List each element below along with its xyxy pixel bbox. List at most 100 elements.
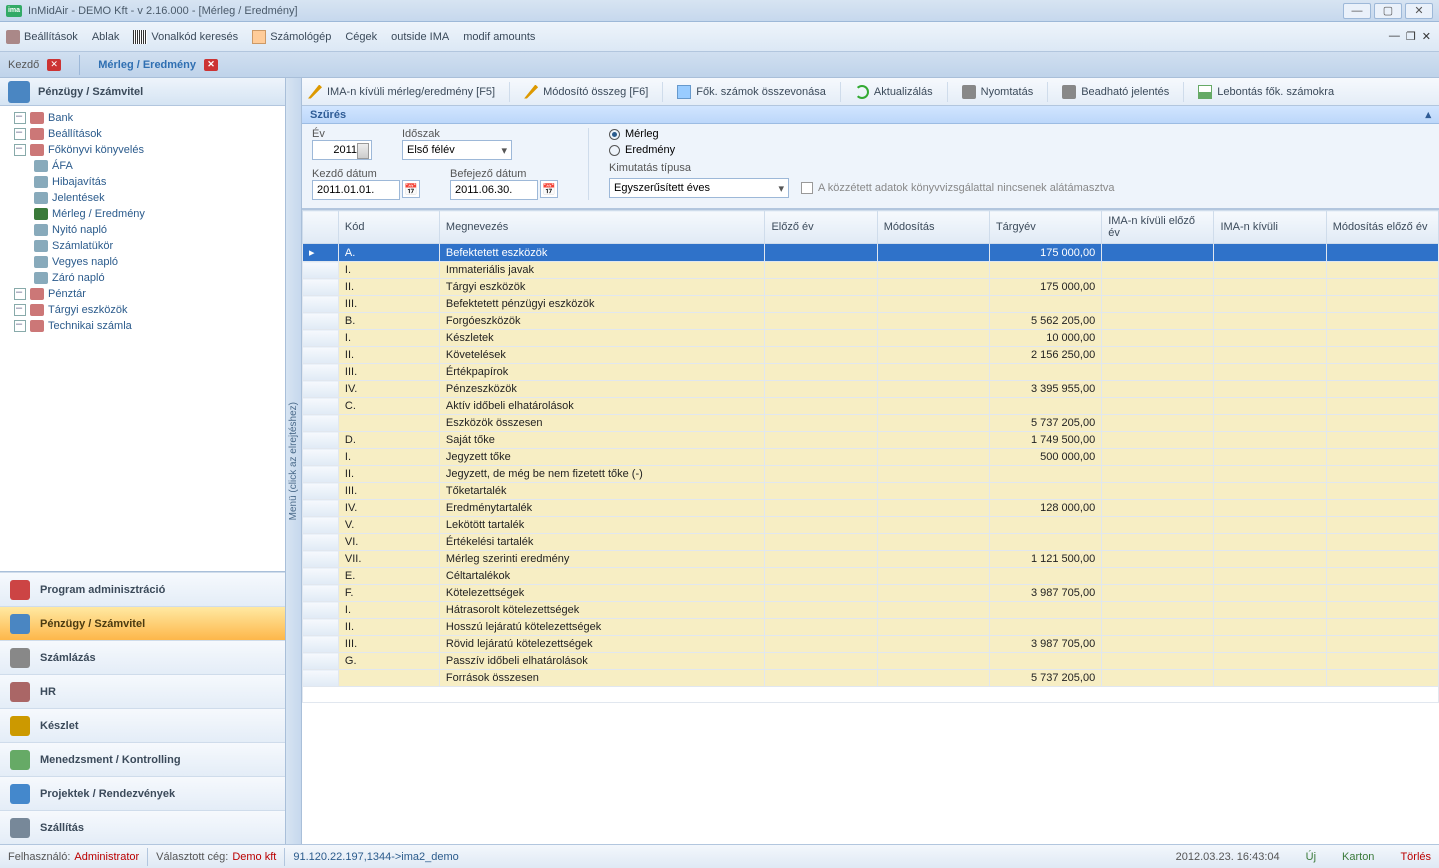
- collapse-icon[interactable]: ▴: [1425, 108, 1431, 121]
- tab-merleg[interactable]: Mérleg / Eredmény✕: [98, 59, 218, 71]
- end-date-input[interactable]: 2011.06.30.: [450, 180, 538, 200]
- tree-node[interactable]: Tárgyi eszközök: [0, 302, 285, 318]
- menu-cegek[interactable]: Cégek: [345, 31, 377, 43]
- tb-modifier[interactable]: Módosító összeg [F6]: [524, 85, 648, 99]
- module-button[interactable]: Számlázás: [0, 640, 285, 674]
- column-header[interactable]: Megnevezés: [439, 211, 765, 244]
- tree-node[interactable]: Hibajavítás: [0, 174, 285, 190]
- module-button[interactable]: Készlet: [0, 708, 285, 742]
- expand-icon[interactable]: [14, 112, 26, 124]
- table-row[interactable]: Források összesen5 737 205,00: [303, 670, 1439, 687]
- mdi-minimize-icon[interactable]: —: [1389, 30, 1400, 43]
- table-row[interactable]: V.Lekötött tartalék: [303, 517, 1439, 534]
- menu-barcode[interactable]: Vonalkód keresés: [133, 30, 238, 44]
- tree-node[interactable]: Pénztár: [0, 286, 285, 302]
- close-icon[interactable]: ✕: [47, 59, 61, 71]
- module-button[interactable]: Pénzügy / Számvitel: [0, 606, 285, 640]
- table-row[interactable]: III.Rövid lejáratú kötelezettségek3 987 …: [303, 636, 1439, 653]
- period-combo[interactable]: Első félév: [402, 140, 512, 160]
- table-row[interactable]: D.Saját tőke1 749 500,00: [303, 432, 1439, 449]
- module-button[interactable]: Menedzsment / Kontrolling: [0, 742, 285, 776]
- tb-refresh[interactable]: Aktualizálás: [855, 85, 933, 99]
- menu-window[interactable]: Ablak: [92, 31, 120, 43]
- module-button[interactable]: Program adminisztráció: [0, 572, 285, 606]
- row-header[interactable]: [303, 330, 339, 347]
- menu-calculator[interactable]: Számológép: [252, 30, 331, 44]
- menu-settings[interactable]: Beállítások: [6, 30, 78, 44]
- row-header[interactable]: [303, 279, 339, 296]
- table-row[interactable]: E.Céltartalékok: [303, 568, 1439, 585]
- row-header[interactable]: [303, 500, 339, 517]
- calendar-icon[interactable]: 📅: [540, 180, 558, 198]
- table-row[interactable]: IV.Eredménytartalék128 000,00: [303, 500, 1439, 517]
- table-row[interactable]: II.Jegyzett, de még be nem fizetett tőke…: [303, 466, 1439, 483]
- expand-icon[interactable]: [14, 320, 26, 332]
- grid-corner[interactable]: [303, 211, 339, 244]
- table-row[interactable]: II.Hosszú lejáratú kötelezettségek: [303, 619, 1439, 636]
- expand-icon[interactable]: [14, 288, 26, 300]
- table-row[interactable]: I.Jegyzett tőke500 000,00: [303, 449, 1439, 466]
- row-header[interactable]: [303, 466, 339, 483]
- calendar-icon[interactable]: 📅: [402, 180, 420, 198]
- tree-node[interactable]: Beállítások: [0, 126, 285, 142]
- maximize-button[interactable]: ▢: [1374, 3, 1402, 19]
- row-header[interactable]: [303, 568, 339, 585]
- expand-icon[interactable]: [14, 304, 26, 316]
- row-header[interactable]: [303, 483, 339, 500]
- tree-node[interactable]: Főkönyvi könyvelés: [0, 142, 285, 158]
- close-icon[interactable]: ✕: [204, 59, 218, 71]
- type-combo[interactable]: Egyszerűsített éves: [609, 178, 789, 198]
- column-header[interactable]: Módosítás előző év: [1326, 211, 1438, 244]
- module-button[interactable]: HR: [0, 674, 285, 708]
- table-row[interactable]: I.Hátrasorolt kötelezettségek: [303, 602, 1439, 619]
- table-row[interactable]: G.Passzív időbeli elhatárolások: [303, 653, 1439, 670]
- tree-node[interactable]: Technikai számla: [0, 318, 285, 334]
- tb-report[interactable]: Beadható jelentés: [1062, 85, 1169, 99]
- tb-external-balance[interactable]: IMA-n kívüli mérleg/eredmény [F5]: [308, 85, 495, 99]
- table-row[interactable]: F.Kötelezettségek3 987 705,00: [303, 585, 1439, 602]
- column-header[interactable]: IMA-n kívüli előző év: [1102, 211, 1214, 244]
- expand-icon[interactable]: [14, 128, 26, 140]
- table-row[interactable]: II.Tárgyi eszközök175 000,00: [303, 279, 1439, 296]
- table-row[interactable]: I.Készletek10 000,00: [303, 330, 1439, 347]
- expand-icon[interactable]: [14, 144, 26, 156]
- row-header[interactable]: [303, 551, 339, 568]
- tb-breakdown[interactable]: Lebontás fők. számokra: [1198, 85, 1334, 99]
- table-row[interactable]: III.Befektetett pénzügyi eszközök: [303, 296, 1439, 313]
- table-row[interactable]: III.Értékpapírok: [303, 364, 1439, 381]
- row-header[interactable]: [303, 364, 339, 381]
- status-karton[interactable]: Karton: [1342, 851, 1374, 863]
- column-header[interactable]: Tárgyév: [989, 211, 1101, 244]
- row-header[interactable]: [303, 517, 339, 534]
- tree-node[interactable]: Nyitó napló: [0, 222, 285, 238]
- mdi-restore-icon[interactable]: ❐: [1406, 30, 1416, 43]
- row-header[interactable]: [303, 347, 339, 364]
- row-header[interactable]: [303, 670, 339, 687]
- row-header[interactable]: [303, 653, 339, 670]
- column-header[interactable]: Kód: [338, 211, 439, 244]
- row-header[interactable]: [303, 398, 339, 415]
- tree-node[interactable]: Mérleg / Eredmény: [0, 206, 285, 222]
- row-header[interactable]: [303, 619, 339, 636]
- table-row[interactable]: ▸A.Befektetett eszközök175 000,00: [303, 244, 1439, 262]
- start-date-input[interactable]: 2011.01.01.: [312, 180, 400, 200]
- module-button[interactable]: Projektek / Rendezvények: [0, 776, 285, 810]
- table-row[interactable]: I.Immateriális javak: [303, 262, 1439, 279]
- row-header[interactable]: [303, 432, 339, 449]
- row-header[interactable]: [303, 313, 339, 330]
- tree-node[interactable]: Vegyes napló: [0, 254, 285, 270]
- table-row[interactable]: B.Forgóeszközök5 562 205,00: [303, 313, 1439, 330]
- tree-node[interactable]: Bank: [0, 110, 285, 126]
- table-row[interactable]: Eszközök összesen5 737 205,00: [303, 415, 1439, 432]
- table-row[interactable]: IV.Pénzeszközök3 395 955,00: [303, 381, 1439, 398]
- tree-node[interactable]: Jelentések: [0, 190, 285, 206]
- table-row[interactable]: VI.Értékelési tartalék: [303, 534, 1439, 551]
- tree-node[interactable]: ÁFA: [0, 158, 285, 174]
- status-new[interactable]: Új: [1306, 851, 1316, 863]
- tb-print[interactable]: Nyomtatás: [962, 85, 1034, 99]
- audit-checkbox[interactable]: A közzétett adatok könyvvizsgálattal nin…: [801, 182, 1115, 194]
- tree-node[interactable]: Záró napló: [0, 270, 285, 286]
- table-row[interactable]: C.Aktív időbeli elhatárolások: [303, 398, 1439, 415]
- row-header[interactable]: [303, 381, 339, 398]
- tree-node[interactable]: Számlatükör: [0, 238, 285, 254]
